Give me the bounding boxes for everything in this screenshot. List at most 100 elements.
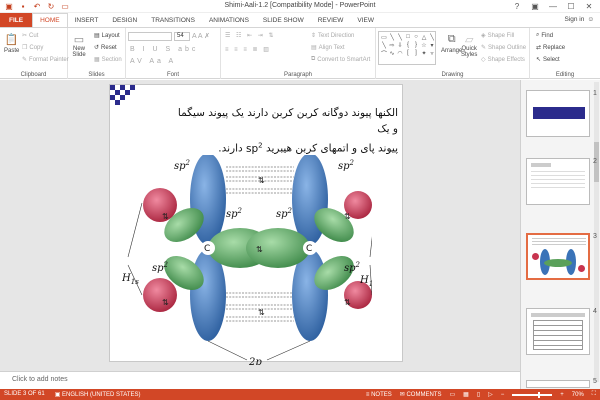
thumbnail-scrollbar[interactable]: [594, 82, 599, 382]
fit-slide-icon[interactable]: ⛶: [592, 391, 596, 398]
copy-label: Copy: [29, 44, 44, 51]
tab-animations[interactable]: ANIMATIONS: [202, 13, 256, 27]
slide-thumbnail-3[interactable]: [526, 233, 590, 280]
ethylene-orbital-diagram: ⇅⇅ ⇅ ⇅⇅ ⇅⇅ sp2 sp2 sp2 sp2 sp2 sp2 H1s H…: [122, 155, 372, 365]
new-slide-button[interactable]: ▭ New Slide: [72, 32, 86, 59]
shape-effects-button[interactable]: ◇ Shape Effects: [481, 56, 525, 64]
shape-curve2-icon[interactable]: ∿: [388, 49, 396, 57]
select-button[interactable]: ↖ Select: [536, 56, 560, 64]
zoom-out-button[interactable]: −: [501, 392, 505, 398]
slide-thumbnail-1[interactable]: [526, 90, 590, 137]
maximize-button[interactable]: ☐: [562, 0, 580, 12]
list-buttons[interactable]: ☰ ☷ ⇤ ⇥ ⇅: [225, 32, 276, 39]
close-button[interactable]: ✕: [580, 0, 598, 12]
copy-button[interactable]: ❐ Copy: [22, 44, 44, 52]
tab-transitions[interactable]: TRANSITIONS: [144, 13, 202, 27]
font-style-buttons[interactable]: B I U S abc: [130, 46, 198, 53]
shape-arrow-icon[interactable]: ⇨: [388, 41, 396, 49]
zoom-in-button[interactable]: +: [560, 392, 564, 398]
replace-button[interactable]: ⇄ Replace: [536, 44, 565, 52]
shape-rect-icon[interactable]: □: [404, 33, 412, 41]
shape-line3-icon[interactable]: ╲: [428, 33, 436, 41]
smartart-button[interactable]: ⧉ Convert to SmartArt: [311, 56, 370, 63]
font-size-input[interactable]: 54: [174, 32, 190, 41]
language-indicator[interactable]: ▣ ENGLISH (UNITED STATES): [55, 391, 141, 398]
shape-more-icon[interactable]: ▾: [428, 41, 436, 49]
shape-bracket2-icon[interactable]: ]: [412, 49, 420, 57]
tab-slide-show[interactable]: SLIDE SHOW: [256, 13, 311, 27]
shape-outline-button[interactable]: ✎ Shape Outline: [481, 44, 526, 52]
text-direction-button[interactable]: ⇕ Text Direction: [311, 32, 354, 40]
notes-pane[interactable]: Click to add notes: [0, 371, 520, 389]
tab-design[interactable]: DESIGN: [105, 13, 144, 27]
thumbnail-lobe: [544, 259, 572, 267]
shape-arrow2-icon[interactable]: ⇩: [396, 41, 404, 49]
brush-icon: ✎: [22, 57, 28, 63]
slide-show-icon[interactable]: ▷: [488, 391, 493, 398]
shape-line-icon[interactable]: ╲: [388, 33, 396, 41]
ribbon-display-button[interactable]: ▣: [526, 0, 544, 12]
smartart-label: Convert to SmartArt: [317, 56, 371, 63]
clipboard-group: 📋 Paste ✂ Cut ❐ Copy ✎ Format Painter Clipb…: [0, 28, 69, 79]
minimize-button[interactable]: —: [544, 0, 562, 12]
shape-textbox-icon[interactable]: ▭: [380, 33, 388, 41]
clipboard-group-label: Clipboard: [20, 72, 47, 78]
align-text-button[interactable]: ▤ Align Text: [311, 44, 345, 52]
tab-view[interactable]: VIEW: [350, 13, 381, 27]
comments-toggle[interactable]: ✉ COMMENTS: [400, 391, 442, 398]
layout-button[interactable]: ▤ Layout: [94, 32, 120, 40]
shape-arc-icon[interactable]: ◠: [396, 49, 404, 57]
slide-body-text[interactable]: الکنها پیوند دوگانه کربن کربن دارند یک پ…: [170, 105, 398, 157]
paste-button[interactable]: 📋 Paste: [4, 32, 19, 55]
current-slide[interactable]: الکنها پیوند دوگانه کربن کربن دارند یک پ…: [109, 84, 403, 365]
title-bar: ▣ ▪ ↶ ↻ ▭ Shimi-Aali-1.2 [Compatibility …: [0, 0, 600, 13]
new-slide-icon: ▭: [73, 33, 85, 46]
shape-line2-icon[interactable]: ╲: [396, 33, 404, 41]
cut-button[interactable]: ✂ Cut: [22, 32, 38, 40]
help-button[interactable]: ?: [508, 0, 526, 12]
quick-styles-button[interactable]: ▱ Quick Styles: [461, 32, 477, 59]
section-button[interactable]: ▦ Section: [94, 56, 122, 64]
shape-brace2-icon[interactable]: }: [412, 41, 420, 49]
font-size-buttons[interactable]: A A ✗: [192, 32, 210, 40]
tab-home[interactable]: HOME: [32, 13, 68, 27]
effects-icon: ◇: [481, 57, 486, 63]
shape-tri-icon[interactable]: △: [420, 33, 428, 41]
notes-toggle[interactable]: ≡ NOTES: [366, 392, 392, 398]
reading-view-icon[interactable]: ▯: [477, 391, 480, 398]
font-color-buttons[interactable]: AV Aa A: [130, 58, 176, 65]
shape-oval-icon[interactable]: ○: [412, 33, 420, 41]
svg-text:⇅: ⇅: [258, 176, 265, 185]
format-painter-button[interactable]: ✎ Format Painter: [22, 56, 69, 64]
shape-star-icon[interactable]: ☆: [420, 41, 428, 49]
shape-bracket-icon[interactable]: [: [404, 49, 412, 57]
sign-in[interactable]: Sign in ☺: [564, 16, 594, 23]
tab-insert[interactable]: INSERT: [68, 13, 106, 27]
shape-fill-button[interactable]: ◈ Shape Fill: [481, 32, 515, 40]
tab-review[interactable]: REVIEW: [311, 13, 351, 27]
shape-brace-icon[interactable]: {: [404, 41, 412, 49]
shape-more2-icon[interactable]: ▿: [428, 49, 436, 57]
slide-thumbnail-4[interactable]: [526, 308, 590, 355]
zoom-slider-handle[interactable]: [538, 391, 541, 398]
shape-fill-label: Shape Fill: [487, 32, 515, 39]
align-buttons[interactable]: ≡ ≡ ≡ ≣ ▥: [225, 46, 271, 53]
font-name-input[interactable]: [128, 32, 172, 41]
shape-star2-icon[interactable]: ✦: [420, 49, 428, 57]
shapes-gallery[interactable]: ▭ ╲ ╲ □ ○ △ ╲ ╲ ⇨ ⇩{} ☆ ▾ ⌒ ∿ ◠[] ✦ ▿: [378, 31, 436, 65]
slide-number-3: 3: [593, 233, 597, 240]
slide-thumbnail-2[interactable]: [526, 158, 590, 205]
shape-curve-icon[interactable]: ⌒: [380, 49, 388, 58]
thumbnail-lobe: [578, 265, 585, 272]
zoom-level[interactable]: 70%: [572, 392, 584, 398]
slide-sorter-icon[interactable]: ▦: [463, 391, 469, 398]
tab-file[interactable]: FILE: [0, 13, 33, 27]
layout-label: Layout: [101, 32, 120, 39]
zoom-slider[interactable]: [512, 391, 553, 398]
normal-view-icon[interactable]: ▭: [449, 391, 455, 398]
reset-button[interactable]: ↺ Reset: [94, 44, 117, 52]
slide-thumbnail-5[interactable]: [526, 380, 590, 388]
find-button[interactable]: ⌕ Find: [536, 32, 553, 39]
arrange-button[interactable]: ⧉ Arrange: [441, 32, 462, 55]
thumbnail-lobe: [532, 253, 539, 260]
